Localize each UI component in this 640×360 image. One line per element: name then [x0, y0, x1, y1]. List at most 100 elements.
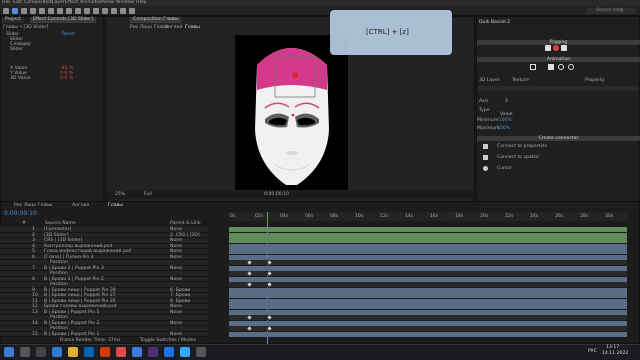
- section-animation[interactable]: Animation: [477, 57, 640, 62]
- store-icon[interactable]: [84, 347, 94, 357]
- timeline-tab-0[interactable]: Рис Лицо Главы: [14, 203, 52, 209]
- timeline-timecode[interactable]: 0:00:00:10: [4, 211, 37, 217]
- layer-name[interactable]: B | Брови лицо | Puppet Pin 26: [44, 299, 116, 304]
- app-icon[interactable]: [116, 347, 126, 357]
- comp-crumb-0[interactable]: Рис Лицо Главы: [130, 25, 168, 31]
- layer-bar[interactable]: [229, 232, 627, 238]
- layer-name[interactable]: [Connector]: [44, 227, 71, 232]
- hand-icon[interactable]: [561, 45, 567, 51]
- layer-name[interactable]: B | Брови лицо | Puppet Pin 27: [44, 293, 116, 298]
- duik-tab-property[interactable]: Property: [585, 78, 604, 84]
- zoom-level[interactable]: 25%: [115, 192, 125, 198]
- layer-bar[interactable]: [229, 309, 627, 315]
- prop-3d-value[interactable]: 0.0 %: [60, 76, 73, 82]
- layer-name[interactable]: Брови головы выражений.psd: [44, 304, 117, 309]
- layer-bar[interactable]: [229, 298, 627, 304]
- layer-name[interactable]: Position: [50, 260, 68, 265]
- layer-bar[interactable]: [229, 227, 627, 233]
- rig-icon[interactable]: [545, 45, 551, 51]
- layer-name[interactable]: B | Брови | Puppet Pin 2: [44, 321, 99, 326]
- camera-tool-icon[interactable]: [48, 8, 54, 14]
- anim-icon-4[interactable]: [568, 64, 574, 70]
- layer-parent[interactable]: None: [170, 238, 182, 243]
- tab-composition[interactable]: Composition Главы: [130, 17, 182, 23]
- layer-name[interactable]: B | Брови | Puppet Pin 5: [44, 310, 99, 315]
- app2-icon[interactable]: [196, 347, 206, 357]
- comp-canvas[interactable]: [235, 35, 348, 190]
- layer-parent[interactable]: None: [170, 310, 182, 315]
- pen-tool-icon[interactable]: [75, 8, 81, 14]
- duik-field-bar[interactable]: [478, 86, 638, 91]
- anim-icon-3[interactable]: [558, 64, 564, 70]
- layer-name[interactable]: Position: [50, 271, 68, 276]
- layer-bar[interactable]: [229, 243, 627, 249]
- comp-crumb-1[interactable]: Англия: [165, 25, 182, 31]
- layer-bar[interactable]: [229, 282, 627, 288]
- option-cursor[interactable]: Cursor: [497, 166, 512, 172]
- after-effects-icon[interactable]: [148, 347, 158, 357]
- field-axis-value[interactable]: X: [505, 99, 508, 105]
- anim-icon-1[interactable]: [530, 64, 536, 70]
- layer-name[interactable]: Контроллер выражений.psd: [44, 244, 112, 249]
- section-create-connector[interactable]: Create connector: [477, 136, 640, 141]
- layer-parent[interactable]: None: [170, 321, 182, 326]
- record-icon[interactable]: [553, 45, 559, 51]
- layer-name[interactable]: B | Брови лицо | Puppet Pin 28: [44, 288, 116, 293]
- layer-name[interactable]: B | Брови 2 | Puppet Pin 2: [44, 277, 104, 282]
- zoom-tool-icon[interactable]: [30, 8, 36, 14]
- layer-bar[interactable]: [229, 238, 627, 244]
- comp-timecode[interactable]: 0:00:00:10: [264, 192, 289, 198]
- layer-name[interactable]: Position: [50, 326, 68, 331]
- layer-parent[interactable]: None: [170, 332, 182, 337]
- selection-tool-icon[interactable]: [12, 8, 18, 14]
- mask-tool-icon[interactable]: [66, 8, 72, 14]
- field-min-value[interactable]: -100%: [497, 118, 512, 124]
- search-icon[interactable]: [20, 347, 30, 357]
- home-icon[interactable]: [3, 8, 9, 14]
- layer-parent[interactable]: None: [170, 266, 182, 271]
- timeline-tab-1[interactable]: Англия: [72, 203, 89, 209]
- layer-name[interactable]: B | Брови | Puppet Pin 1: [44, 332, 99, 337]
- layer-bar[interactable]: [229, 326, 627, 332]
- layer-bar[interactable]: [229, 271, 627, 277]
- tab-project[interactable]: Project: [2, 17, 24, 23]
- roto-tool-icon[interactable]: [120, 8, 126, 14]
- photoshop-icon[interactable]: [180, 347, 190, 357]
- field-max-value[interactable]: 100%: [497, 126, 510, 132]
- layer-bar[interactable]: [229, 265, 627, 271]
- timeline-tab-2[interactable]: Главы: [108, 203, 123, 209]
- layer-name[interactable]: CRS | [3D Slider]: [44, 238, 82, 243]
- duik-tab-3d[interactable]: 3D Layer: [479, 78, 500, 84]
- layer-parent[interactable]: 7. Брови: [170, 293, 190, 298]
- clone-tool-icon[interactable]: [102, 8, 108, 14]
- pan-tool-icon[interactable]: [57, 8, 63, 14]
- start-icon[interactable]: [4, 347, 14, 357]
- telegram-icon[interactable]: [132, 347, 142, 357]
- brush-tool-icon[interactable]: [93, 8, 99, 14]
- layer-bar[interactable]: [229, 320, 627, 326]
- chrome-icon[interactable]: [164, 347, 174, 357]
- layer-parent[interactable]: 6. Брови: [170, 288, 190, 293]
- tab-effect-controls[interactable]: Effect Controls [3D Slider]: [30, 17, 96, 23]
- layer-bar[interactable]: [229, 315, 627, 321]
- option-connect-spatial[interactable]: Connect to spatial: [497, 155, 539, 161]
- layer-bar[interactable]: [229, 293, 627, 299]
- layer-parent[interactable]: None: [170, 304, 182, 309]
- layer-parent[interactable]: None: [170, 249, 182, 254]
- layer-bar[interactable]: [229, 260, 627, 266]
- layer-bar[interactable]: [229, 249, 627, 255]
- puppet-tool-icon[interactable]: [129, 8, 135, 14]
- layer-name[interactable]: Position: [50, 282, 68, 287]
- lang-indicator[interactable]: РУС: [588, 349, 597, 355]
- layer-parent[interactable]: None: [170, 277, 182, 282]
- layer-bar[interactable]: [229, 276, 627, 282]
- layer-parent[interactable]: 8. Брови: [170, 299, 190, 304]
- hand-tool-icon[interactable]: [21, 8, 27, 14]
- layer-name[interactable]: [Глаза] | Пупил Pin 4: [44, 255, 94, 260]
- effect-item-3[interactable]: Slider: [10, 47, 23, 53]
- layer-name[interactable]: [3D Slider]: [44, 233, 69, 238]
- office-icon[interactable]: [100, 347, 110, 357]
- duik-tab-texture[interactable]: Texture: [512, 78, 529, 84]
- explorer-icon[interactable]: [68, 347, 78, 357]
- layer-parent[interactable]: None: [170, 227, 182, 232]
